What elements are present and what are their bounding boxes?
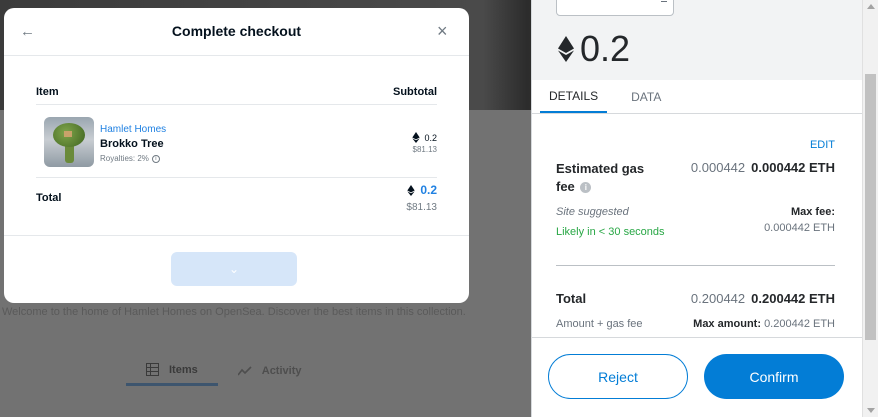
activity-icon [237, 366, 252, 376]
max-amount-value: 0.200442 ETH [764, 318, 835, 330]
total-usd-price: $81.13 [406, 202, 437, 213]
site-suggested-text: Site suggested [556, 206, 629, 218]
edit-gas-link[interactable]: EDIT [810, 139, 835, 151]
checkout-item-row: Hamlet Homes Brokko Tree Royalties: 2% i… [36, 112, 437, 178]
max-amount-label: Max amount: [693, 318, 761, 330]
reject-button[interactable]: Reject [548, 354, 688, 399]
tab-details[interactable]: DETAILS [540, 80, 608, 113]
item-usd-price: $81.13 [412, 145, 437, 154]
modal-footer-divider [4, 235, 469, 236]
collection-link[interactable]: Hamlet Homes [100, 124, 166, 135]
gas-fee-label-text: Estimated gas fee [556, 161, 645, 194]
max-amount: Max amount: 0.200442 ETH [693, 318, 835, 330]
amount-gas-label: Amount + gas fee [556, 318, 643, 330]
transaction-amount: 0.2 [558, 28, 630, 70]
metamask-tabs: DETAILS DATA [532, 80, 862, 114]
total-price: 0.2 [407, 183, 437, 197]
transaction-amount-value: 0.2 [580, 28, 631, 69]
info-icon[interactable]: i [151, 154, 160, 163]
tab-data[interactable]: DATA [622, 80, 670, 113]
item-price: 0.2 [412, 132, 437, 143]
eth-icon [558, 36, 574, 62]
origin-pill [556, 0, 674, 16]
modal-header: ← Complete checkout × [4, 8, 469, 56]
collection-tabs: Items Activity [126, 356, 346, 386]
scroll-up-icon[interactable] [867, 4, 875, 9]
checkout-table-header: Item Subtotal [36, 86, 437, 105]
total-secondary: 0.200442 [690, 291, 746, 306]
eth-icon [407, 184, 415, 196]
tab-items[interactable]: Items [126, 356, 218, 386]
gas-fee-label: Estimated gas fee i [556, 160, 666, 196]
column-subtotal: Subtotal [393, 86, 437, 98]
gas-timing-estimate: Likely in < 30 seconds [556, 226, 665, 238]
scroll-thumb[interactable] [865, 74, 876, 340]
grid-icon [146, 363, 159, 376]
column-item: Item [36, 86, 59, 98]
item-price-value: 0.2 [424, 132, 437, 143]
royalties-label: Royalties: 2% [100, 154, 149, 163]
checkout-loading-button[interactable]: ⌄ [171, 252, 297, 286]
max-fee-label: Max fee: [790, 206, 835, 218]
total-label: Total [36, 192, 62, 204]
royalties-text: Royalties: 2% i [100, 154, 160, 163]
eth-icon [412, 132, 421, 143]
total-label: Total [556, 291, 587, 306]
item-thumbnail [44, 117, 94, 167]
metamask-panel: 0.2 DETAILS DATA EDIT Estimated gas fee … [531, 0, 862, 417]
total-primary: 0.200442 ETH [751, 291, 835, 306]
tab-items-label: Items [169, 363, 198, 376]
max-fee-value: 0.000442 ETH [764, 222, 835, 234]
gas-fee-primary: 0.000442 ETH [751, 160, 835, 175]
gas-fee-values: 0.000442 0.000442 ETH [691, 160, 835, 175]
tab-activity-label: Activity [261, 365, 302, 377]
info-icon[interactable]: i [580, 182, 592, 194]
section-divider [556, 265, 835, 266]
scrollbar[interactable] [862, 0, 878, 417]
scroll-down-icon[interactable] [867, 408, 875, 413]
item-name: Brokko Tree [100, 138, 164, 150]
total-values: 0.200442 0.200442 ETH [691, 291, 835, 306]
metamask-footer: Reject Confirm [532, 337, 862, 417]
metamask-summary: 0.2 [532, 0, 862, 80]
chevron-down-icon [661, 0, 667, 2]
checkout-modal: ← Complete checkout × Item Subtotal Haml… [4, 8, 469, 303]
total-price-value: 0.2 [420, 183, 437, 197]
close-icon[interactable]: × [437, 22, 453, 40]
tab-activity[interactable]: Activity [218, 356, 322, 386]
gas-fee-secondary: 0.000442 [690, 160, 746, 175]
modal-title: Complete checkout [171, 23, 302, 39]
collection-description: Welcome to the home of Hamlet Homes on O… [2, 306, 466, 318]
confirm-button[interactable]: Confirm [704, 354, 844, 399]
chevron-down-icon: ⌄ [228, 262, 240, 276]
